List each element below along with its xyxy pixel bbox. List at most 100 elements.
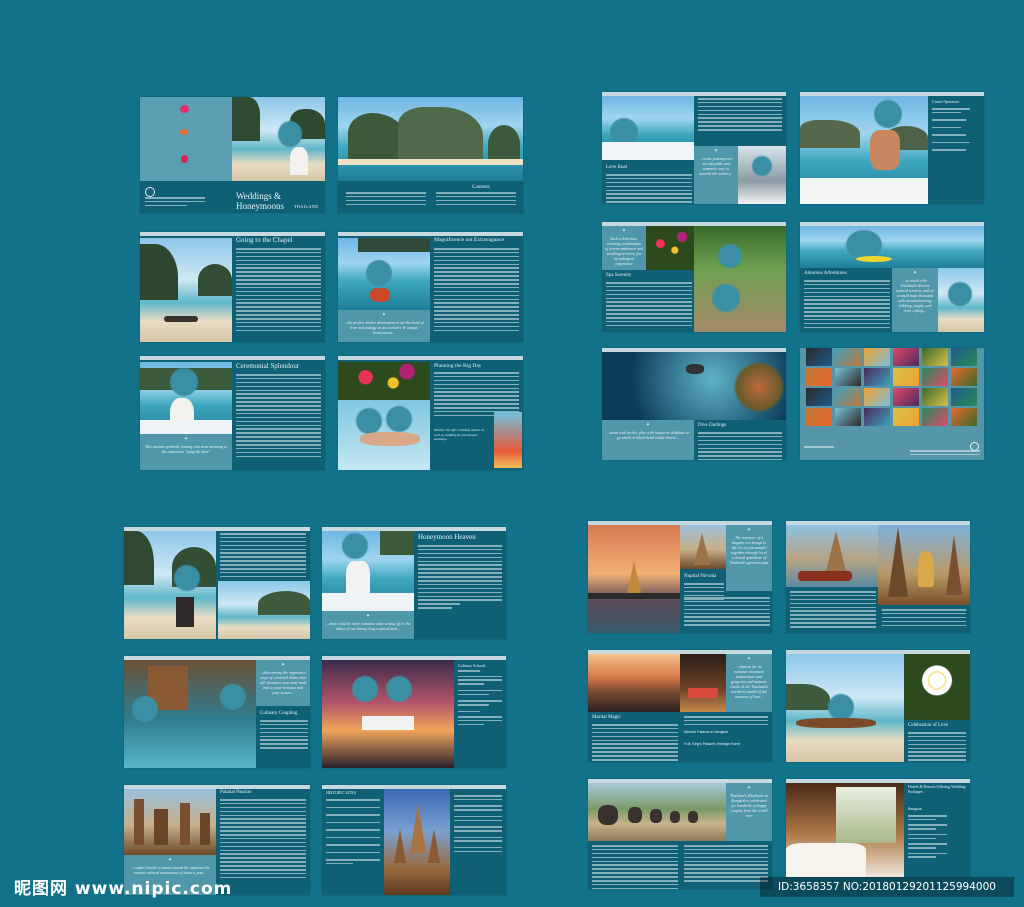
page-elephant: ✦ Thailand's Elephants in Bangkok is cele…	[588, 779, 772, 889]
nuptial-photo-temple-river	[588, 525, 680, 633]
grid-footer-left	[804, 446, 834, 450]
temple-boat-body-left	[790, 591, 876, 630]
temple-boat-body-right	[882, 609, 966, 628]
love-boat-photo-deck	[602, 96, 694, 160]
grid-thumbnail	[893, 348, 919, 366]
culinary-coupling-quote: ✦ ...discovering the impressive ways of c…	[256, 660, 310, 706]
page-thumbnail-grid	[800, 348, 984, 460]
culinary-dinner-photo	[322, 660, 454, 768]
page-honeymoon-heaven: ✦ ...what could be more romantic than set…	[322, 527, 506, 639]
love-boat-body-top	[698, 98, 782, 133]
temple-boat-photo	[786, 525, 878, 587]
grid-thumbnail	[806, 368, 832, 386]
grid-thumbnail	[951, 408, 977, 426]
nuptial-quote: ✦ The romance of a happier era beings to …	[726, 525, 772, 591]
honeymoon-body	[418, 545, 502, 611]
chapel-photo	[140, 238, 232, 342]
dive-quote: ✦ ...swim with turtles, play with turquoi…	[602, 420, 694, 460]
culinary-coupling-title: Culinary Coupling	[260, 711, 298, 716]
nuptial-body-wide	[684, 597, 770, 628]
grid-thumbnail	[922, 368, 948, 386]
contents-heading: Contents	[472, 185, 490, 190]
dive-photo	[602, 352, 786, 420]
historic-list-right	[454, 795, 502, 855]
spa-photo-massage	[694, 226, 786, 332]
grid-thumbnail	[951, 368, 977, 386]
page-spa: ✦ Such a delicious, relaxing combination …	[602, 222, 786, 332]
page-love-boat: Love Boat ✦ ...exotic journeys are an enj…	[602, 92, 786, 204]
page-amorous: Amorous Adventures ✦ ...to touch with Tha…	[800, 222, 984, 332]
historic-heading: HISTORIC SITES	[326, 790, 357, 795]
nuptial-photo-stupa	[680, 525, 726, 569]
cover-page: Weddings & Honeymoons THAILAND	[140, 97, 325, 213]
palatial-title: Palatial Passion	[220, 790, 252, 795]
marital-sub-line2: H.M. King's Palace's Heritage Home	[684, 742, 741, 746]
contents-photo-islands	[338, 97, 523, 181]
temple-buddha-photo	[878, 525, 970, 605]
page-historic-sites: HISTORIC SITES	[322, 785, 506, 895]
page-magnificence: ✦ ...the perfect shelter destination to s…	[338, 232, 523, 342]
image-id-tag: ID:3658357 NO:20180129201125994000	[760, 877, 1014, 897]
site-watermark: 昵图网 www.nipic.com	[14, 879, 233, 899]
grid-thumbnail	[864, 388, 890, 406]
page-cruise: Cruise Operators	[800, 92, 984, 204]
culinary-schools-title: Culinary Schools	[458, 663, 486, 668]
cruise-photo	[800, 96, 928, 204]
grid-thumbnail	[893, 368, 919, 386]
love-boat-title: Love Boat	[606, 165, 627, 170]
page-beach-wedding	[124, 527, 310, 639]
contents-list-left	[346, 192, 426, 208]
celebration-photo-longtail	[786, 654, 904, 762]
page-hotels: Hotels & Resorts Offering Wedding Packag…	[786, 779, 970, 877]
love-boat-quote-text: ...exotic journeys are an enjoyable and …	[698, 156, 734, 176]
chapel-title: Going to the Chapel	[236, 236, 293, 244]
chapel-body	[236, 248, 321, 334]
page-dive: ✦ ...swim with turtles, play with turquoi…	[602, 348, 786, 460]
beach-wedding-photo	[124, 531, 216, 639]
hotels-sub: Bangkok	[908, 807, 922, 811]
honeymoon-title: Honeymoon Heaven	[418, 533, 476, 541]
planning-photo-cocktail	[494, 412, 522, 468]
page-chapel: Going to the Chapel	[140, 232, 325, 342]
grid-thumbnail	[864, 348, 890, 366]
spa-quote-text: Such a delicious, relaxing combination o…	[605, 236, 643, 266]
hotels-heading: Hotels & Resorts Offering Wedding Packag…	[908, 784, 966, 794]
cover-title: Weddings & Honeymoons	[236, 191, 284, 211]
grid-thumbnail	[922, 408, 948, 426]
thumb-grid	[806, 348, 978, 426]
culinary-schools-list	[458, 670, 502, 728]
page-culinary-coupling: ✦ ...discovering the impressive ways of c…	[124, 656, 310, 768]
marital-quote-text: ...famous for its romantic mountain temp…	[729, 664, 769, 699]
cover-photo-flowers	[140, 97, 232, 181]
planning-title: Planning the Big Day	[434, 363, 482, 369]
celebration-title: Celebration of Love	[908, 723, 949, 728]
marital-quote: ✦ ...famous for its romantic mountain tem…	[726, 654, 772, 712]
elephant-quote-text: Thailand's Elephants in Bangkok is celeb…	[730, 793, 768, 818]
cover-brand: THAILAND	[294, 204, 319, 209]
spa-title: Spa Serenity	[606, 273, 632, 278]
spa-quote: ✦ Such a delicious, relaxing combination …	[602, 226, 646, 270]
marital-body	[592, 724, 678, 762]
page-nuptial: ✦ The romance of a happier era beings to …	[588, 521, 772, 633]
spa-body	[606, 282, 692, 329]
love-boat-body	[606, 174, 692, 204]
elephant-quote: ✦ Thailand's Elephants in Bangkok is cele…	[726, 783, 772, 841]
honeymoon-photo-yacht	[322, 531, 414, 611]
nuptial-quote-text: The romance of a happier era beings to t…	[729, 535, 769, 565]
grid-thumbnail	[835, 348, 861, 366]
cover-small-text	[145, 197, 205, 209]
hotels-list	[908, 815, 964, 860]
spa-photo-flowers	[646, 226, 694, 270]
honeymoon-quote-text: ...what could be more romantic than sett…	[325, 621, 411, 631]
planning-photo-couple	[338, 400, 430, 470]
grid-thumbnail	[806, 348, 832, 366]
ceremonial-title: Ceremonial Splendour	[236, 362, 300, 370]
elephant-body-left	[592, 845, 678, 889]
love-boat-quote: ✦ ...exotic journeys are an enjoyable and…	[694, 146, 738, 204]
grid-thumbnail	[864, 368, 890, 386]
elephant-photo	[588, 783, 726, 841]
grid-thumbnail	[922, 348, 948, 366]
magnificence-title: Magnificence not Extravagance	[434, 237, 504, 243]
culinary-coupling-body	[260, 720, 308, 751]
grid-footer-right	[910, 450, 980, 458]
